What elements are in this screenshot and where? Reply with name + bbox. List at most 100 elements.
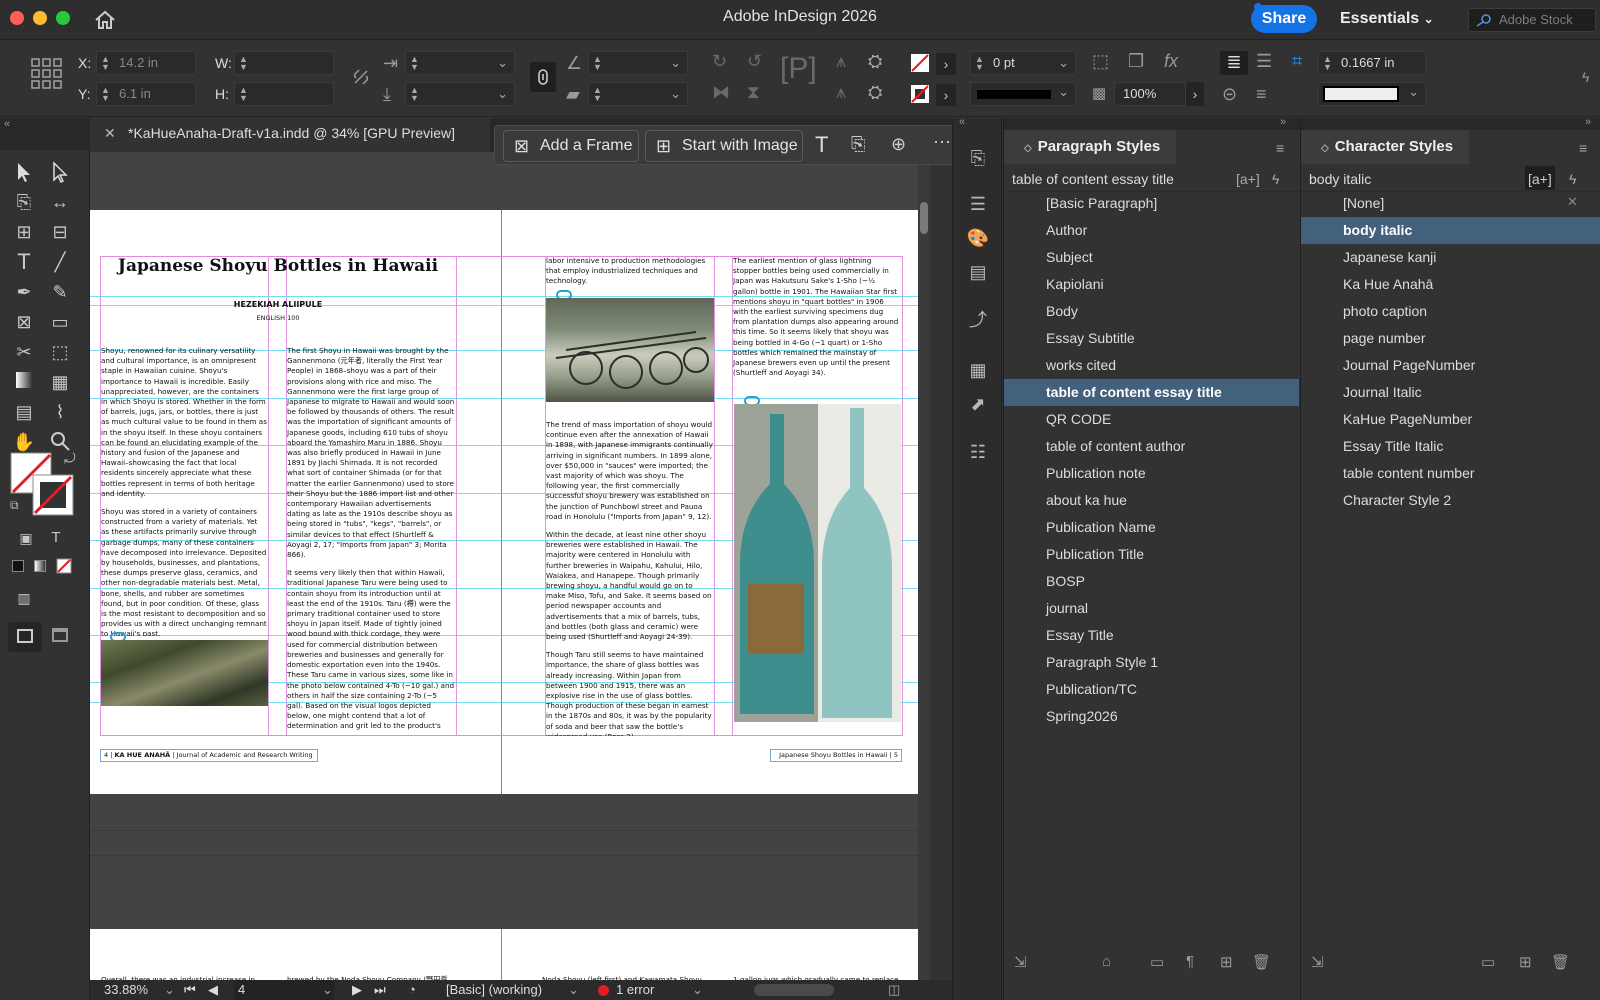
stepper-icon[interactable]: ▲ ▼ (239, 55, 248, 72)
rectangle-tool-icon[interactable]: ▭ (48, 310, 72, 334)
stroke-weight-field[interactable]: ▲ ▼ 0 pt ⌄ (970, 51, 1076, 75)
formatting-container-icon[interactable]: ▣ (14, 526, 38, 550)
p-icon[interactable]: [P] (780, 54, 817, 84)
stepper-icon[interactable]: ▲ ▼ (593, 86, 602, 103)
width-field[interactable]: ▲ ▼ (234, 51, 334, 75)
swatches-panel-icon[interactable]: 🎨 (966, 226, 990, 250)
chevron-right-icon[interactable]: › (1186, 82, 1204, 106)
paragraph-styles-tab[interactable]: ◇ Paragraph Styles (1004, 130, 1177, 164)
add-page-icon[interactable]: ⊕ (891, 134, 906, 155)
formatting-text-icon[interactable]: T (44, 526, 68, 550)
character-style-item[interactable]: [None] (1301, 190, 1600, 217)
stroke-swatch[interactable] (32, 474, 74, 516)
paragraph-style-item[interactable]: Body (1004, 298, 1299, 325)
photo-shoyu-bottles[interactable] (734, 404, 901, 722)
default-fill-stroke-icon[interactable]: ⧉ (10, 498, 19, 513)
paragraph-style-item[interactable]: Publication/TC (1004, 676, 1299, 703)
scale-x-field[interactable]: ▲ ▼ ⌄ (405, 51, 515, 75)
apply-none-icon[interactable] (56, 558, 72, 574)
collapse-panel-icon[interactable]: » (1280, 116, 1286, 128)
apply-gradient-icon[interactable] (34, 560, 46, 572)
folder-icon[interactable]: ▭ (1150, 953, 1164, 971)
align-bottom-icon[interactable]: ⊝ (1222, 84, 1237, 104)
text-frame-options-icon[interactable]: ⬚ (1092, 51, 1109, 71)
content-collector-icon[interactable]: ⊞ (12, 220, 36, 244)
x-position-field[interactable]: ▲ ▼ 14.2 in (96, 51, 196, 75)
load-styles-icon[interactable]: ⇲ (1014, 953, 1027, 971)
eyedropper-tool-icon[interactable]: ⌇ (48, 400, 72, 424)
share-button[interactable]: Share (1251, 5, 1317, 33)
hand-tool-icon[interactable]: ✋ (12, 430, 36, 454)
drop-shadow-icon[interactable]: ❐ (1128, 51, 1144, 71)
flip-horizontal-icon[interactable]: ⧓ (712, 82, 730, 102)
error-count[interactable]: 1 error (616, 980, 654, 1000)
constrain-proportions-icon[interactable] (352, 68, 370, 86)
character-style-item[interactable]: body italic (1301, 217, 1600, 244)
chevron-down-icon[interactable]: ⌄ (322, 980, 333, 1000)
chevron-down-icon[interactable]: ⌄ (164, 980, 175, 1000)
footer-right[interactable]: Japanese Shoyu Bottles in Hawaii | 5 (770, 749, 902, 762)
character-style-item[interactable]: table content number (1301, 460, 1600, 487)
panel-menu-icon[interactable]: ≡ (1276, 140, 1284, 156)
stepper-icon[interactable]: ▲ ▼ (975, 55, 984, 72)
expand-panels-icon[interactable]: « (959, 116, 965, 128)
delete-style-icon[interactable]: 🗑 (1551, 953, 1570, 971)
stroke-type-select[interactable]: ⌄ (970, 82, 1076, 106)
text-frame-icon[interactable]: T (815, 132, 828, 158)
photo-shoyu-dump[interactable] (101, 640, 268, 706)
select-content-icon[interactable]: ⛭ (868, 51, 882, 71)
chevron-down-icon[interactable]: ⌄ (670, 83, 681, 105)
adjustments-panel-icon[interactable]: ☷ (966, 440, 990, 464)
horizontal-scrollbar[interactable] (754, 984, 834, 996)
paragraph-style-item[interactable]: Essay Subtitle (1004, 325, 1299, 352)
align-center-icon[interactable]: ☰ (1256, 51, 1272, 71)
essay-author[interactable]: HEZEKIAH ALIIPULE (100, 300, 456, 309)
character-styles-tab[interactable]: ◇ Character Styles (1301, 130, 1470, 164)
more-options-icon[interactable]: ⋯ (933, 132, 951, 153)
note-tool-icon[interactable]: ▤ (12, 400, 36, 424)
pencil-tool-icon[interactable]: ✎ (48, 280, 72, 304)
offset-field[interactable]: ▲ ▼ 0.1667 in (1318, 51, 1426, 75)
stepper-icon[interactable]: ▲ ▼ (239, 86, 248, 103)
adobe-stock-search[interactable]: Adobe Stock (1468, 8, 1596, 32)
rotate-clockwise-icon[interactable]: ↻ (712, 51, 727, 71)
paragraph-style-item[interactable]: table of content author (1004, 433, 1299, 460)
character-style-item[interactable]: Journal Italic (1301, 379, 1600, 406)
chevron-down-icon[interactable]: ⌄ (497, 83, 508, 105)
chevron-down-icon[interactable]: ⌄ (568, 980, 579, 1000)
stepper-icon[interactable]: ▲ ▼ (101, 86, 110, 103)
frame-grid-icon[interactable]: ▥ (12, 586, 36, 610)
photo-shoyu-carts[interactable] (546, 298, 714, 402)
last-page-icon[interactable]: ⏭ (374, 980, 386, 1000)
folder-icon[interactable]: ▭ (1481, 953, 1495, 971)
workspace-switcher[interactable]: Essentials ⌄ (1340, 10, 1434, 28)
load-styles-icon[interactable]: ⇲ (1311, 953, 1324, 971)
selection-tool-icon[interactable] (12, 160, 36, 184)
height-field[interactable]: ▲ ▼ (234, 82, 334, 106)
layers-panel-icon[interactable]: ☰ (966, 192, 990, 216)
paragraph-style-item[interactable]: Paragraph Style 1 (1004, 649, 1299, 676)
collapse-toolbar-icon[interactable]: « (4, 118, 10, 130)
split-layout-icon[interactable]: ◫ (888, 980, 900, 1000)
stepper-icon[interactable]: ▲ ▼ (410, 55, 419, 72)
pages-panel-icon[interactable]: ⎘ (966, 146, 990, 170)
fill-none-swatch[interactable] (910, 53, 930, 73)
essay-course[interactable]: ENGLISH 100 (100, 314, 456, 322)
stroke-none-swatch[interactable] (910, 84, 930, 104)
character-style-item[interactable]: Ka Hue Anahā (1301, 271, 1600, 298)
rotation-field[interactable]: ▲ ▼ ⌄ (588, 51, 688, 75)
lightning-icon[interactable]: ϟ (1272, 166, 1279, 192)
distribute-icon[interactable]: ≡ (1256, 84, 1267, 104)
character-style-item[interactable]: page number (1301, 325, 1600, 352)
scissors-tool-icon[interactable]: ✂ (12, 340, 36, 364)
stepper-icon[interactable]: ▲ ▼ (1323, 55, 1332, 72)
chevron-down-icon[interactable]: ⌄ (1058, 52, 1069, 74)
chevron-right-icon[interactable]: › (936, 53, 956, 75)
lightning-icon[interactable]: ϟ (1569, 166, 1576, 192)
properties-panel-icon[interactable]: ▤ (966, 260, 990, 284)
pen-tool-icon[interactable]: ✒ (12, 280, 36, 304)
page-icon[interactable]: ⎘ (851, 134, 865, 155)
gradient-feather-tool-icon[interactable]: ▦ (48, 370, 72, 394)
clear-overrides-icon[interactable]: ¶ (1186, 953, 1194, 970)
stepper-icon[interactable]: ▲ ▼ (101, 55, 110, 72)
